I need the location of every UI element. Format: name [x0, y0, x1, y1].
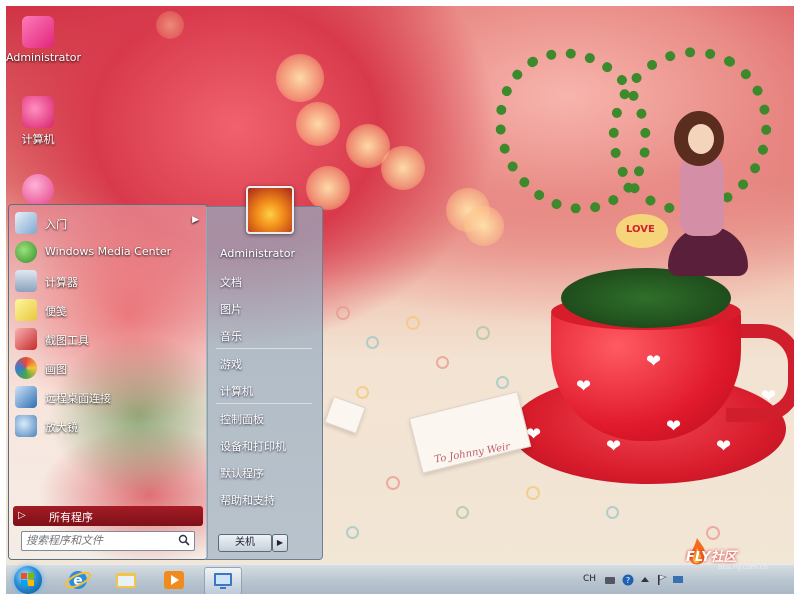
all-programs-label: 所有程序 [49, 511, 93, 524]
start-item-magnifier[interactable]: 放大镜 [13, 413, 201, 440]
start-item-label: 放大镜 [45, 421, 78, 434]
magnifier-icon [15, 415, 37, 437]
keyboard-icon[interactable] [604, 574, 616, 586]
desktop-icon-label: Administrator [6, 51, 81, 64]
remote-desktop-icon [15, 386, 37, 408]
start-link-music[interactable]: 音乐 [220, 328, 242, 344]
user-folder-icon [22, 16, 54, 48]
start-item-getting-started[interactable]: 入门 ▶ [13, 210, 201, 237]
desktop-icon-computer[interactable]: 计算机 [6, 96, 70, 147]
network-icon[interactable] [672, 574, 684, 586]
separator [216, 348, 312, 349]
search-icon[interactable] [178, 534, 190, 546]
start-item-label: 远程桌面连接 [45, 392, 111, 405]
start-item-paint[interactable]: 画图 [13, 355, 201, 382]
start-menu: 入门 ▶ Windows Media Center 计算器 便笺 截图工具 画图… [8, 200, 323, 564]
sticky-notes-icon [15, 299, 37, 321]
shutdown-options-button[interactable]: ▶ [272, 534, 288, 552]
getting-started-icon [15, 212, 37, 234]
file-explorer-icon [116, 573, 136, 588]
start-item-label: Windows Media Center [45, 245, 172, 258]
chevron-right-icon: ▷ [18, 510, 26, 521]
language-indicator[interactable]: CH [583, 574, 596, 584]
computer-icon [22, 96, 54, 128]
paint-icon [15, 357, 37, 379]
start-link-devices-printers[interactable]: 设备和打印机 [220, 438, 286, 454]
media-player-icon [164, 571, 184, 589]
start-link-computer[interactable]: 计算机 [220, 383, 253, 399]
love-sign: LOVE [626, 224, 655, 235]
start-item-label: 便笺 [45, 305, 67, 318]
user-avatar[interactable] [246, 186, 294, 234]
start-item-snipping-tool[interactable]: 截图工具 [13, 326, 201, 353]
start-item-media-center[interactable]: Windows Media Center [13, 239, 201, 266]
start-link-control-panel[interactable]: 控制面板 [220, 411, 264, 427]
start-link-pictures[interactable]: 图片 [220, 301, 242, 317]
snipping-tool-icon [15, 328, 37, 350]
taskbar-media-player-button[interactable] [156, 567, 192, 593]
internet-explorer-icon: e [65, 571, 91, 589]
svg-text:?: ? [626, 576, 630, 585]
help-icon[interactable]: ? [622, 574, 634, 586]
show-hidden-icons-icon[interactable] [640, 574, 650, 586]
start-item-sticky-notes[interactable]: 便笺 [13, 297, 201, 324]
start-item-label: 计算器 [45, 276, 78, 289]
desktop-icon-administrator[interactable]: Administrator [6, 16, 81, 64]
media-center-icon [15, 241, 37, 263]
start-link-default-programs[interactable]: 默认程序 [220, 465, 264, 481]
search-input[interactable] [26, 533, 172, 548]
shutdown-button[interactable]: 关机 [218, 534, 272, 552]
start-link-documents[interactable]: 文档 [220, 274, 242, 290]
taskbar-explorer-button[interactable] [108, 567, 144, 593]
action-center-flag-icon[interactable] [656, 574, 668, 586]
start-link-user[interactable]: Administrator [220, 247, 295, 260]
start-button[interactable] [14, 566, 42, 594]
watermark-url: bbs.fly.com.cn [718, 563, 768, 571]
start-item-label: 入门 [45, 218, 67, 231]
taskbar: e CH ? [6, 564, 794, 594]
start-menu-places-pane: Administrator 文档 图片 音乐 游戏 计算机 控制面板 设备和打印… [206, 206, 323, 560]
windows-logo-icon [21, 573, 34, 586]
taskbar-ie-button[interactable]: e [60, 567, 96, 593]
desktop: ❤ ❤ ❤ ❤ ❤ ❤ ❤ LOVE To Johnny Weir Admini… [6, 6, 794, 594]
start-link-help-support[interactable]: 帮助和支持 [220, 492, 275, 508]
calculator-icon [15, 270, 37, 292]
search-box [21, 531, 195, 551]
taskbar-remote-desktop-button[interactable] [204, 567, 242, 594]
all-programs-button[interactable]: ▷ 所有程序 [13, 506, 203, 526]
start-item-label: 截图工具 [45, 334, 89, 347]
remote-desktop-icon [214, 573, 232, 589]
start-menu-programs-pane: 入门 ▶ Windows Media Center 计算器 便笺 截图工具 画图… [8, 204, 208, 560]
desktop-icon-label: 计算机 [21, 133, 55, 146]
chevron-right-icon: ▶ [192, 215, 199, 225]
start-link-games[interactable]: 游戏 [220, 356, 242, 372]
start-item-calculator[interactable]: 计算器 [13, 268, 201, 295]
separator [216, 403, 312, 404]
start-item-label: 画图 [45, 363, 67, 376]
start-item-remote-desktop[interactable]: 远程桌面连接 [13, 384, 201, 411]
